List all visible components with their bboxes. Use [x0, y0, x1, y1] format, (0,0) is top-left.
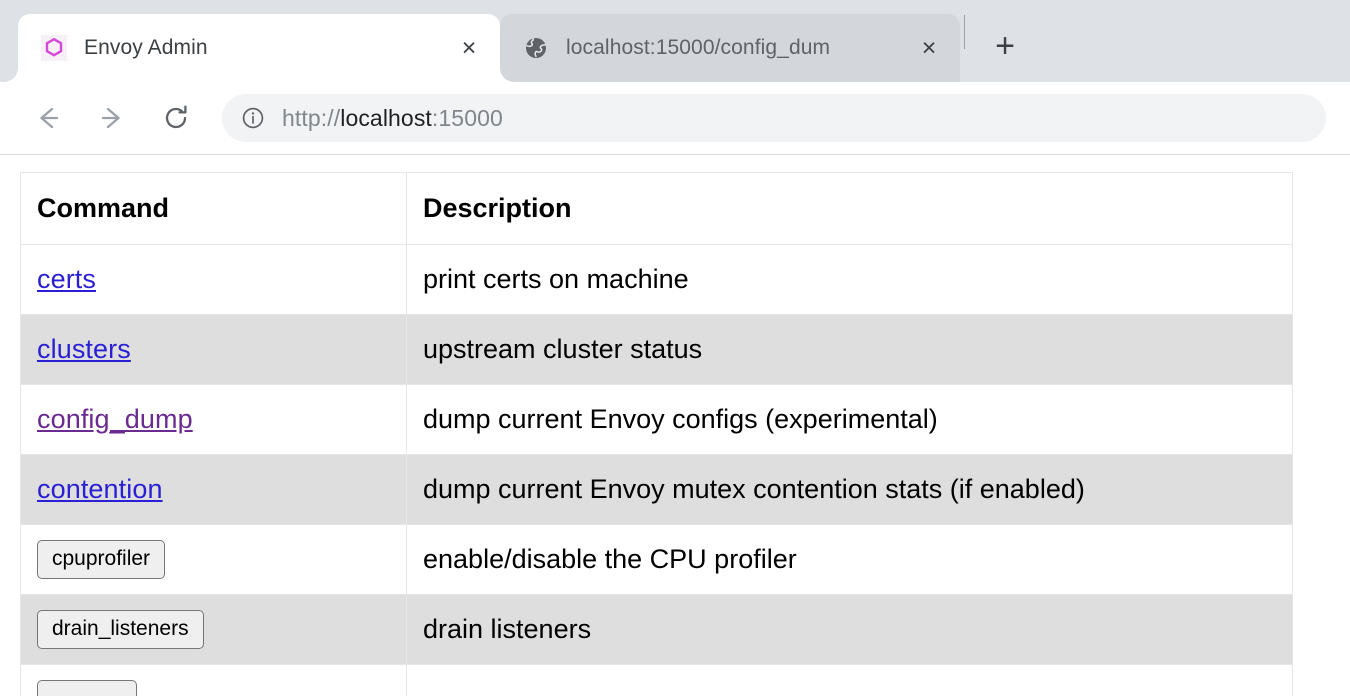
command-button-drain-listeners[interactable]: drain_listeners [37, 610, 204, 648]
command-link-config-dump[interactable]: config_dump [37, 404, 193, 434]
browser-window: Envoy Admin × localhost:15000/config_dum… [0, 0, 1350, 696]
description-cell: enable/disable the CPU profiler [407, 525, 1293, 595]
tab-strip: Envoy Admin × localhost:15000/config_dum… [0, 0, 1350, 82]
description-cell: dump current Envoy mutex contention stat… [407, 455, 1293, 525]
command-button-cpuprofiler[interactable]: cpuprofiler [37, 540, 165, 578]
command-cell: clusters [21, 315, 407, 385]
command-cell: config_dump [21, 385, 407, 455]
table-row: contention dump current Envoy mutex cont… [21, 455, 1293, 525]
description-cell: print certs on machine [407, 245, 1293, 315]
table-row: cpuprofiler enable/disable the CPU profi… [21, 525, 1293, 595]
command-cell: contention [21, 455, 407, 525]
new-tab-button[interactable]: + [979, 20, 1031, 72]
description-cell [407, 665, 1293, 696]
tab-envoy-admin[interactable]: Envoy Admin × [18, 14, 500, 82]
tab-divider [964, 15, 965, 49]
reload-icon[interactable] [152, 94, 200, 142]
description-cell: dump current Envoy configs (experimental… [407, 385, 1293, 455]
close-icon[interactable]: × [452, 31, 486, 65]
address-bar[interactable]: http://localhost:15000 [222, 94, 1326, 142]
admin-commands-table: Command Description certs print certs on… [20, 172, 1293, 696]
tab-title: localhost:15000/config_dum [566, 36, 912, 60]
command-link-certs[interactable]: certs [37, 264, 96, 294]
table-row: config_dump dump current Envoy configs (… [21, 385, 1293, 455]
url-host: localhost [340, 105, 432, 131]
column-header-command: Command [21, 173, 407, 245]
table-header: Command Description [21, 173, 1293, 245]
table-row: certs print certs on machine [21, 245, 1293, 315]
table-row: clusters upstream cluster status [21, 315, 1293, 385]
page-content: Command Description certs print certs on… [0, 155, 1350, 696]
table-header-row: Command Description [21, 173, 1293, 245]
site-info-icon[interactable] [240, 105, 266, 131]
url-port: :15000 [432, 105, 503, 131]
column-header-description: Description [407, 173, 1293, 245]
command-cell: drain_listeners [21, 595, 407, 665]
description-cell: drain listeners [407, 595, 1293, 665]
table-body: certs print certs on machine clusters up… [21, 245, 1293, 696]
tab-config-dump[interactable]: localhost:15000/config_dum × [500, 14, 960, 82]
back-icon[interactable] [24, 94, 72, 142]
command-cell: certs [21, 245, 407, 315]
url-scheme: http:// [282, 105, 340, 131]
url-text[interactable]: http://localhost:15000 [282, 105, 503, 132]
browser-toolbar: http://localhost:15000 [0, 82, 1350, 155]
command-link-clusters[interactable]: clusters [37, 334, 131, 364]
envoy-hexagon-icon [40, 34, 68, 62]
command-cell: cpuprofiler [21, 525, 407, 595]
close-icon[interactable]: × [912, 31, 946, 65]
description-cell: upstream cluster status [407, 315, 1293, 385]
command-button-partial[interactable] [37, 680, 137, 696]
table-row: drain_listeners drain listeners [21, 595, 1293, 665]
table-row [21, 665, 1293, 696]
command-link-contention[interactable]: contention [37, 474, 163, 504]
tab-title: Envoy Admin [84, 36, 452, 60]
command-cell [21, 665, 407, 696]
globe-icon [522, 34, 550, 62]
forward-icon[interactable] [88, 94, 136, 142]
